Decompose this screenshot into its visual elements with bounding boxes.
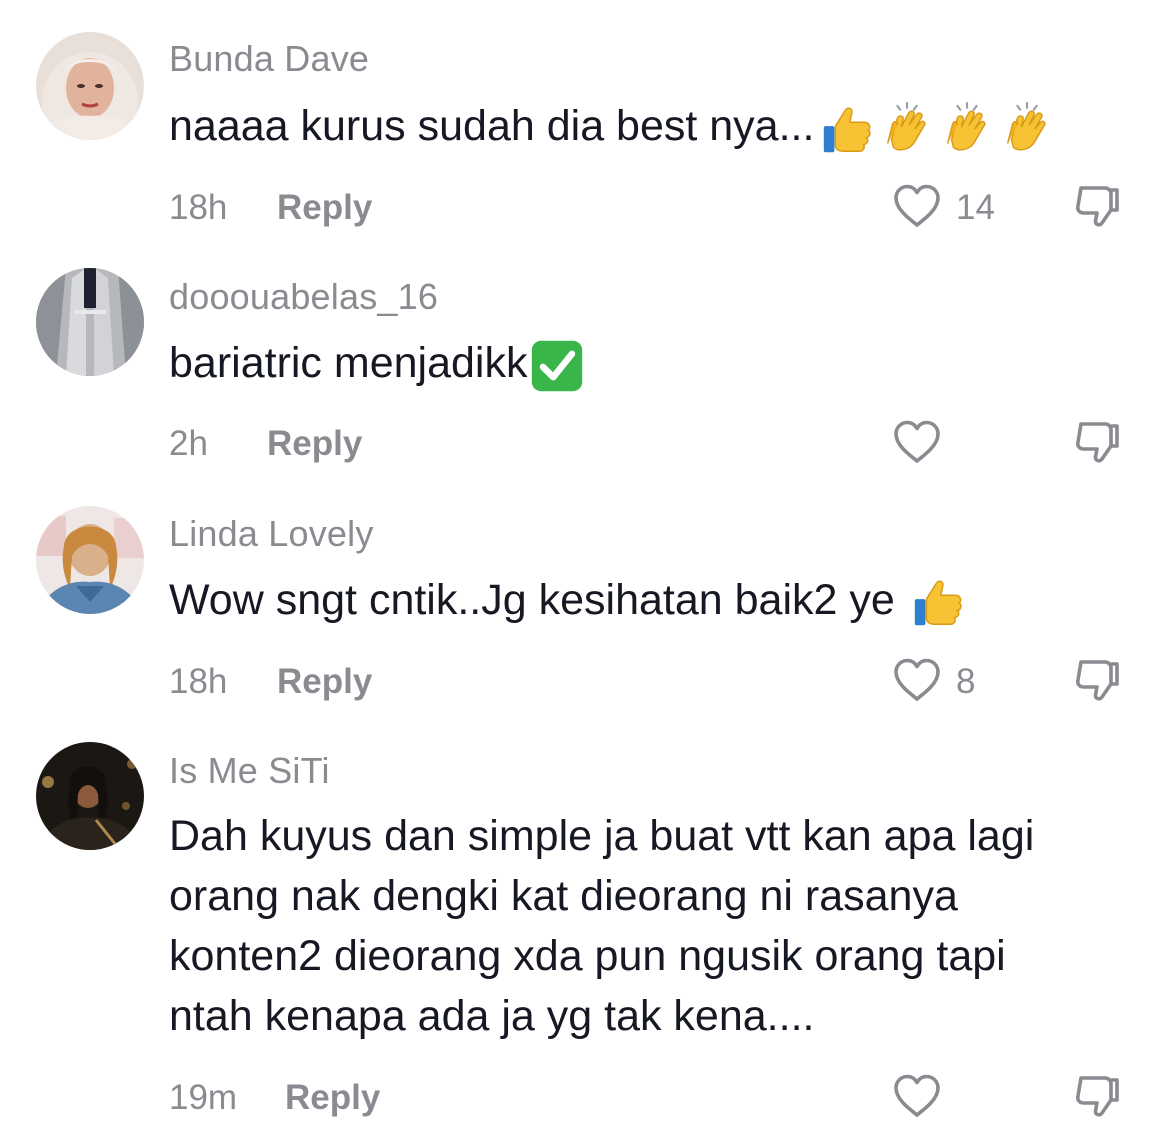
heart-icon [892, 418, 942, 468]
like-button[interactable] [892, 182, 942, 232]
reply-button[interactable]: Reply [267, 424, 362, 464]
comment-text-line: ntah kenapa ada ja yg tak kena.... [169, 992, 815, 1040]
avatar[interactable] [36, 506, 144, 614]
dislike-button[interactable] [1072, 182, 1122, 232]
thumbs-down-icon [1072, 656, 1122, 706]
check-mark-button-icon [529, 338, 585, 394]
comment-username[interactable]: Is Me SiTi [169, 750, 330, 792]
clapping-hands-icon [998, 101, 1056, 159]
comment-text-line: orang nak dengki kat dieorang ni rasanya [169, 872, 958, 920]
reply-button[interactable]: Reply [285, 1078, 380, 1118]
comment-time: 18h [169, 188, 228, 227]
comment-text-body: Wow sngt cntik..Jg kesihatan baik2 ye [169, 576, 895, 624]
avatar[interactable] [36, 32, 144, 140]
comment-text-line: Dah kuyus dan simple ja buat vtt kan apa… [169, 812, 1035, 860]
thumbs-down-icon [1072, 418, 1122, 468]
clapping-hands-icon [878, 101, 936, 159]
dislike-button[interactable] [1072, 418, 1122, 468]
reply-button[interactable]: Reply [277, 188, 372, 228]
thumbs-down-icon [1072, 182, 1122, 232]
comment-time: 2h [169, 424, 208, 463]
like-button[interactable] [892, 1072, 942, 1122]
emoji-group [818, 98, 1058, 160]
comment-time: 18h [169, 662, 228, 701]
heart-icon [892, 1072, 942, 1122]
reply-button[interactable]: Reply [277, 662, 372, 702]
avatar[interactable] [36, 742, 144, 850]
comment-text: Wow sngt cntik..Jg kesihatan baik2 ye [169, 570, 1139, 632]
comment-text-body: bariatric menjadikk [169, 339, 528, 387]
comment-username[interactable]: dooouabelas_16 [169, 276, 438, 318]
comment-text-body: naaaa kurus sudah dia best nya... [169, 102, 815, 150]
like-count: 14 [956, 188, 995, 227]
like-count: 8 [956, 662, 976, 701]
dislike-button[interactable] [1072, 656, 1122, 706]
comment-username[interactable]: Linda Lovely [169, 513, 374, 555]
comment-text: naaaa kurus sudah dia best nya... [169, 96, 1139, 159]
heart-icon [892, 182, 942, 232]
heart-icon [892, 656, 942, 706]
clapping-hands-icon [938, 101, 996, 159]
dislike-button[interactable] [1072, 1072, 1122, 1122]
comment-text-line: konten2 dieorang xda pun ngusik orang ta… [169, 932, 1006, 980]
like-button[interactable] [892, 656, 942, 706]
comment-username[interactable]: Bunda Dave [169, 38, 369, 80]
comment-text: Dah kuyus dan simple ja buat vtt kan apa… [169, 806, 1139, 1046]
avatar[interactable] [36, 268, 144, 376]
comment-text: bariatric menjadikk [169, 333, 1139, 394]
thumbs-up-icon [909, 574, 967, 632]
thumbs-up-icon [818, 101, 876, 159]
like-button[interactable] [892, 418, 942, 468]
thumbs-down-icon [1072, 1072, 1122, 1122]
comment-time: 19m [169, 1078, 238, 1117]
